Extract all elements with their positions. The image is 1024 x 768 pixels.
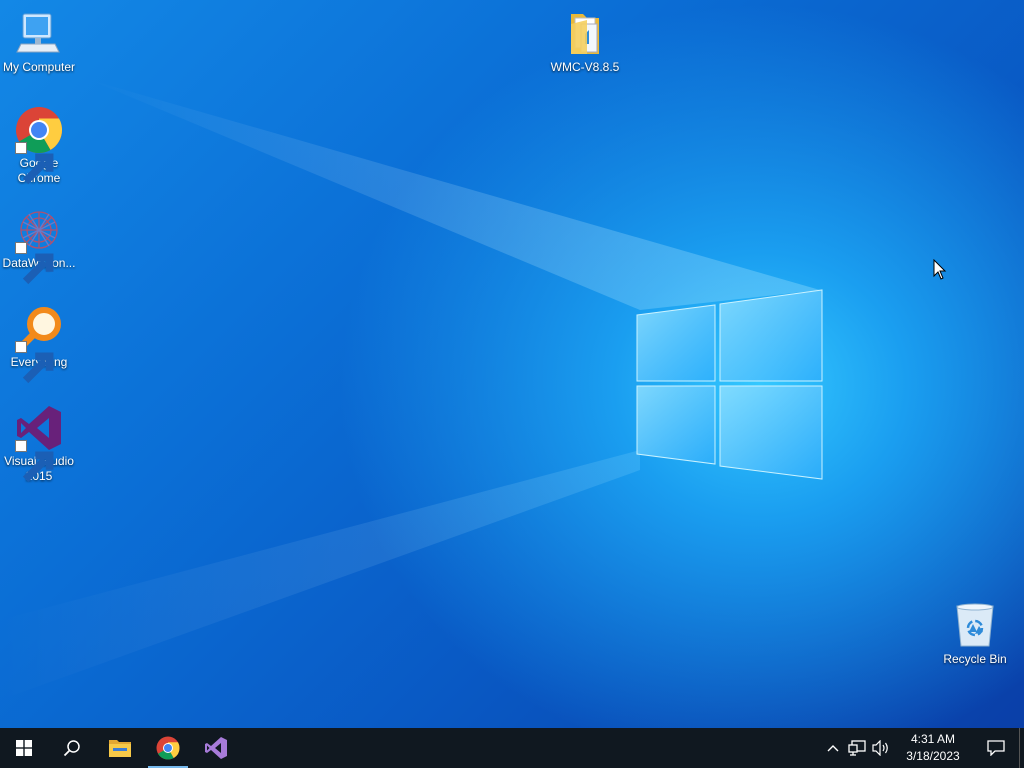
recycle-bin-icon [951,602,999,650]
chevron-up-icon [827,745,839,752]
shortcut-arrow-icon [15,341,54,384]
desktop-icon-my-computer[interactable]: My Computer [0,10,78,75]
desktop-background[interactable]: My Computer Google Chrome DataWagon... E… [0,0,1024,728]
volume-button[interactable] [869,728,893,768]
taskbar-visual-studio[interactable] [192,728,240,768]
windows-logo-icon [16,740,32,756]
chrome-icon [15,106,63,185]
taskbar: 4:31 AM 3/18/2023 [0,728,1024,768]
shortcut-arrow-icon [15,242,54,285]
mouse-pointer-icon [933,259,947,280]
desktop-icon-label: WMC-V8.8.5 [550,60,620,74]
computer-icon [15,10,63,58]
datawagon-icon [15,206,63,285]
show-hidden-icons-button[interactable] [821,728,845,768]
network-icon [848,740,866,756]
visual-studio-icon [15,404,63,483]
desktop-icon-wmc-folder[interactable]: WMC-V8.8.5 [546,10,624,75]
desktop-icon-google-chrome[interactable]: Google Chrome [0,106,78,186]
search-icon [63,740,80,757]
shortcut-arrow-icon [15,142,54,185]
clock-time: 4:31 AM [910,732,956,746]
wallpaper-light-beams [0,80,820,700]
desktop-icon-recycle-bin[interactable]: Recycle Bin [936,602,1014,667]
system-tray: 4:31 AM 3/18/2023 [821,728,1024,768]
everything-search-icon [15,305,63,384]
windows-wallpaper-logo [636,289,823,480]
speaker-volume-icon [872,740,888,756]
visual-studio-icon [205,737,227,759]
search-button[interactable] [48,728,96,768]
desktop-icon-label: My Computer [2,60,76,74]
chrome-icon [156,736,180,760]
desktop-icon-visual-studio-2015[interactable]: Visual Studio 2015 [0,404,78,484]
action-center-button[interactable] [973,728,1019,768]
taskbar-google-chrome[interactable] [144,728,192,768]
taskbar-clock[interactable]: 4:31 AM 3/18/2023 [897,731,969,765]
desktop-icon-datawagon[interactable]: DataWagon... [0,206,78,285]
show-desktop-button[interactable] [1019,728,1024,768]
taskbar-file-explorer[interactable] [96,728,144,768]
clock-date: 3/18/2023 [906,749,960,763]
notification-icon [987,740,1005,756]
network-button[interactable] [845,728,869,768]
folder-icon [561,10,609,58]
shortcut-arrow-icon [15,440,54,483]
desktop-icon-everything[interactable]: Everything [0,305,78,384]
file-explorer-icon [109,740,131,757]
desktop-icon-label: Recycle Bin [943,652,1007,666]
start-button[interactable] [0,728,48,768]
